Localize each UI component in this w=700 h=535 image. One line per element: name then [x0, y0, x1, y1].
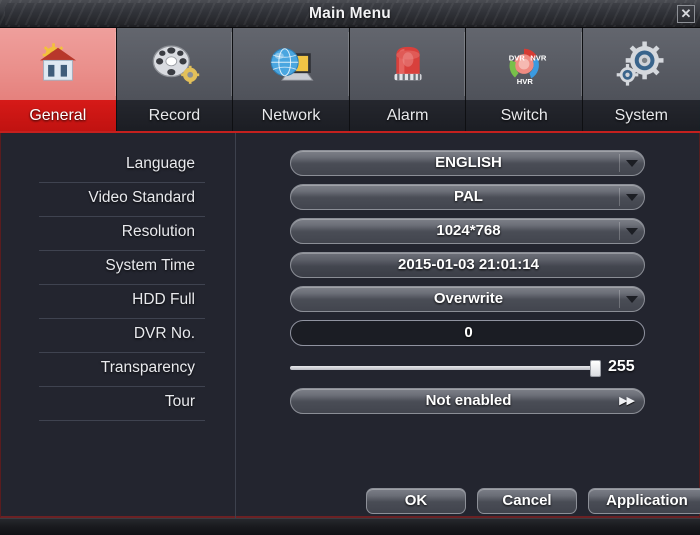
tab-system-icon-area: [582, 28, 700, 100]
tab-switch[interactable]: DVR NVR HVR Switch: [466, 28, 583, 132]
settings-control-column: ENGLISH PAL 1024*768 2015-01-03 21:01:14…: [290, 149, 650, 421]
row-resolution: 1024*768: [290, 217, 650, 251]
general-settings-panel: Language Video Standard Resolution Syste…: [0, 133, 700, 518]
globe-laptop-icon: [270, 48, 314, 81]
language-dropdown[interactable]: ENGLISH: [290, 150, 645, 176]
tab-network[interactable]: Network: [233, 28, 350, 132]
row-transparency: 255: [290, 353, 650, 387]
tab-network-icon-area: [233, 28, 349, 100]
tour-value: Not enabled: [425, 392, 512, 409]
video-standard-value: PAL: [454, 188, 483, 205]
label-resolution: Resolution: [37, 217, 205, 251]
chevron-down-icon: [626, 228, 638, 235]
row-video-standard: PAL: [290, 183, 650, 217]
title-bar: Main Menu ✕: [0, 0, 700, 28]
tab-system-label: System: [582, 100, 700, 132]
transparency-value: 255: [608, 358, 635, 375]
dvr-number-value: 0: [464, 324, 473, 341]
dropdown-divider: [619, 188, 620, 206]
transparency-slider[interactable]: 255: [290, 353, 650, 383]
tab-bar: General Record Network Alarm DVR NVR HVR…: [0, 28, 700, 132]
panel-divider: [235, 133, 236, 518]
slider-thumb[interactable]: [590, 360, 601, 377]
dialog-footer: OK Cancel Application: [0, 488, 700, 522]
label-separator: [39, 420, 205, 421]
system-time-value: 2015-01-03 21:01:14: [398, 256, 539, 273]
tab-system[interactable]: System: [582, 28, 700, 132]
tab-active-underline: [0, 131, 700, 133]
label-text: Tour: [164, 393, 195, 410]
tour-button[interactable]: Not enabled ▶▶: [290, 388, 645, 414]
tab-alarm-label: Alarm: [349, 100, 466, 132]
label-text: Video Standard: [88, 189, 195, 206]
dropdown-divider: [619, 222, 620, 240]
label-hdd-full: HDD Full: [37, 285, 205, 319]
svg-text:DVR: DVR: [509, 53, 526, 62]
row-system-time: 2015-01-03 21:01:14: [290, 251, 650, 285]
row-language: ENGLISH: [290, 149, 650, 183]
tab-record[interactable]: Record: [116, 28, 234, 132]
tab-alarm-icon-area: [349, 28, 466, 100]
language-value: ENGLISH: [435, 154, 502, 171]
label-text: System Time: [105, 257, 195, 274]
tab-general-icon-area: [0, 28, 116, 100]
row-dvr-no: 0: [290, 319, 650, 353]
svg-text:NVR: NVR: [530, 53, 547, 62]
chevron-down-icon: [626, 194, 638, 201]
label-language: Language: [37, 149, 205, 183]
label-video-standard: Video Standard: [37, 183, 205, 217]
label-text: Resolution: [121, 223, 195, 240]
double-chevron-right-icon: ▶▶: [619, 395, 635, 407]
dropdown-divider: [619, 290, 620, 308]
resolution-dropdown[interactable]: 1024*768: [290, 218, 645, 244]
tab-alarm[interactable]: Alarm: [349, 28, 467, 132]
tab-divider: [347, 32, 349, 96]
chevron-down-icon: [626, 296, 638, 303]
tab-divider: [114, 32, 116, 96]
hdd-full-dropdown[interactable]: Overwrite: [290, 286, 645, 312]
house-gear-icon: [39, 43, 76, 81]
main-menu-window: Main Menu ✕ General Record Network Alarm…: [0, 0, 700, 535]
alarm-siren-icon: [394, 46, 422, 81]
page-title: Main Menu: [309, 5, 391, 22]
tab-general-label: General: [0, 100, 116, 132]
tab-divider: [464, 32, 466, 96]
slider-track[interactable]: [290, 366, 600, 370]
label-text: Language: [126, 155, 195, 172]
hdd-full-value: Overwrite: [433, 290, 504, 307]
label-tour: Tour: [37, 387, 205, 421]
tab-general[interactable]: General: [0, 28, 117, 132]
tab-record-icon-area: [116, 28, 233, 100]
label-transparency: Transparency: [37, 353, 205, 387]
close-icon[interactable]: ✕: [677, 5, 695, 23]
label-text: DVR No.: [133, 325, 195, 342]
dropdown-divider: [619, 154, 620, 172]
application-button[interactable]: Application: [588, 488, 700, 514]
tab-record-label: Record: [116, 100, 233, 132]
system-time-field[interactable]: 2015-01-03 21:01:14: [290, 252, 645, 278]
video-standard-dropdown[interactable]: PAL: [290, 184, 645, 210]
tab-divider: [580, 32, 582, 96]
dvr-nvr-hvr-switch-icon: DVR NVR HVR: [509, 48, 547, 86]
dvr-number-input[interactable]: 0: [290, 320, 645, 346]
tab-network-label: Network: [233, 100, 349, 132]
tab-divider: [231, 32, 233, 96]
label-text: Transparency: [100, 359, 195, 376]
tab-switch-label: Switch: [466, 100, 582, 132]
tab-switch-icon-area: DVR NVR HVR: [466, 28, 582, 100]
row-hdd-full: Overwrite: [290, 285, 650, 319]
label-dvr-no: DVR No.: [37, 319, 205, 353]
chevron-down-icon: [626, 160, 638, 167]
settings-label-column: Language Video Standard Resolution Syste…: [37, 149, 205, 421]
row-tour: Not enabled ▶▶: [290, 387, 650, 421]
label-system-time: System Time: [37, 251, 205, 285]
cancel-button[interactable]: Cancel: [477, 488, 577, 514]
ok-button[interactable]: OK: [366, 488, 466, 514]
svg-text:HVR: HVR: [517, 77, 534, 86]
film-reel-gear-icon: [153, 45, 200, 84]
label-text: HDD Full: [132, 291, 195, 308]
gears-icon: [616, 41, 664, 86]
resolution-value: 1024*768: [436, 222, 501, 239]
